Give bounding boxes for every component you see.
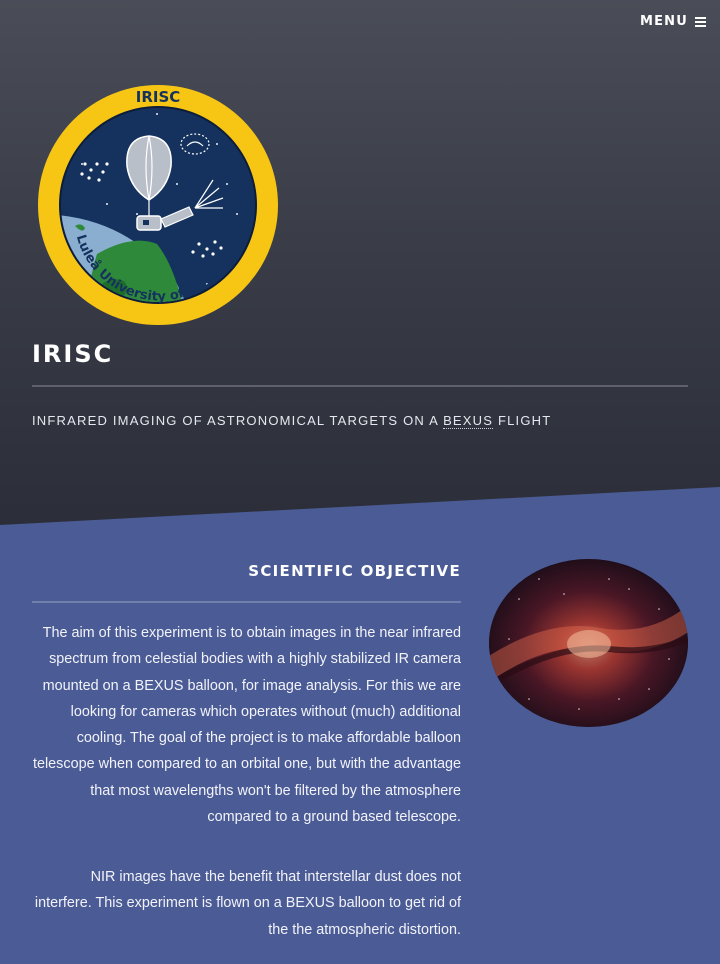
logo-top-text: IRISC: [136, 88, 181, 106]
objective-paragraph-1: The aim of this experiment is to obtain …: [32, 625, 461, 826]
page-subtitle: INFRARED IMAGING OF ASTRONOMICAL TARGETS…: [32, 413, 552, 429]
page-title: IRISC: [32, 340, 114, 368]
irisc-mission-logo: IRISC Luleå University of Technology: [38, 85, 278, 325]
title-divider: [32, 385, 688, 387]
section-divider: [32, 601, 461, 603]
bexus-abbreviation[interactable]: BEXUS: [443, 413, 494, 429]
milky-way-image: [489, 559, 688, 727]
menu-button[interactable]: MENU: [640, 14, 706, 29]
subtitle-text-start: INFRARED IMAGING OF ASTRONOMICAL TARGETS…: [32, 413, 444, 428]
objective-paragraph-2: NIR images have the benefit that interst…: [34, 869, 461, 938]
menu-label: MENU: [639, 14, 688, 29]
hamburger-icon: [695, 15, 706, 29]
subtitle-text-end: FLIGHT: [493, 413, 552, 428]
section-title: SCIENTIFIC OBJECTIVE: [248, 562, 461, 580]
